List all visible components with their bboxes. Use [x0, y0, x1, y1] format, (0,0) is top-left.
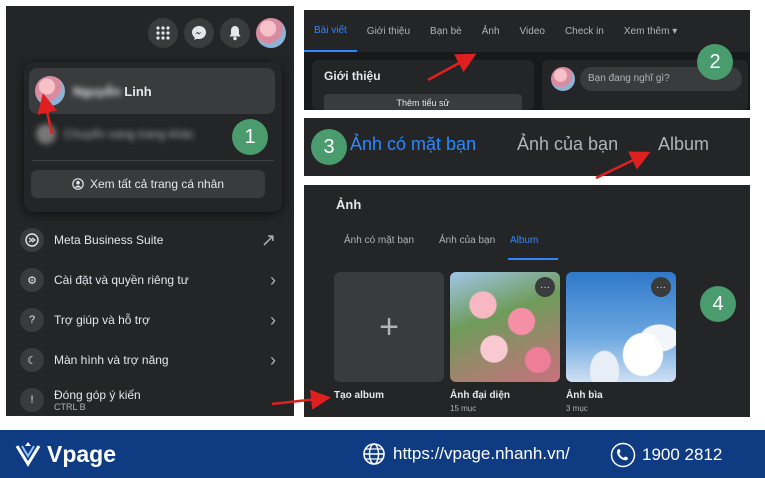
arrow-to-profile: [37, 93, 58, 135]
brand: Vpage: [14, 440, 116, 468]
phone-number: 1900 2812: [642, 445, 723, 464]
annotation-arrows: [37, 53, 651, 410]
globe-icon: [363, 443, 385, 465]
arrow-to-create-album: [271, 389, 331, 410]
brand-name: Vpage: [47, 440, 117, 467]
arrow-to-photos-tab: [427, 53, 477, 82]
hotline[interactable]: 1900 2812: [610, 442, 722, 468]
vpage-logo-icon: [15, 442, 41, 467]
website-url: https://vpage.nhanh.vn/: [393, 444, 570, 463]
phone-icon: [610, 442, 636, 468]
website[interactable]: https://vpage.nhanh.vn/: [362, 442, 570, 466]
footer-bar: Vpage https://vpage.nhanh.vn/ 1900 2812: [0, 430, 765, 478]
arrow-to-album-tab: [595, 151, 651, 180]
